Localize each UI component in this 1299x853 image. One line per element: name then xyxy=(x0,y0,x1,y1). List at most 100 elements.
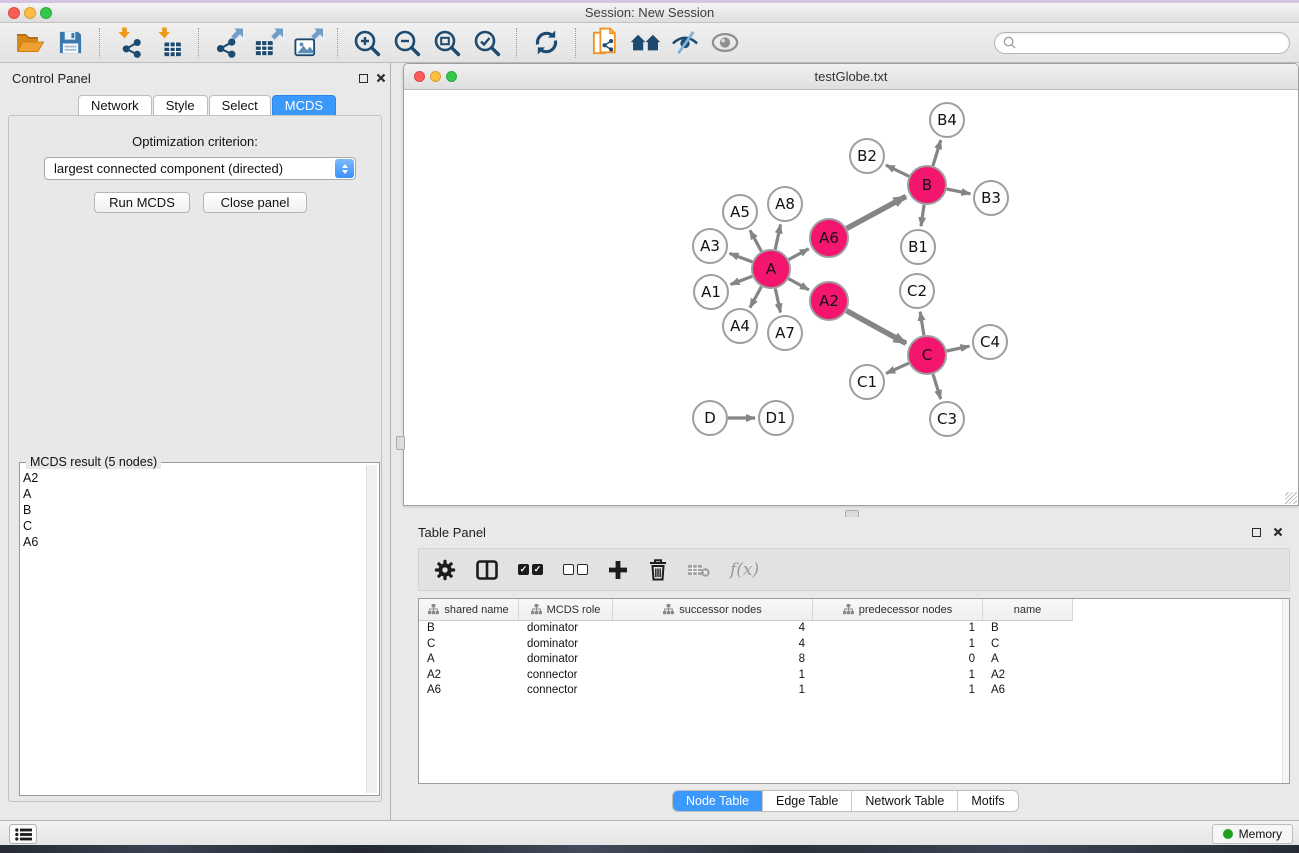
table-row[interactable]: A2connector11A2 xyxy=(419,668,1289,684)
memory-button[interactable]: Memory xyxy=(1212,824,1293,844)
task-history-button[interactable] xyxy=(9,824,37,844)
window-resize-grip[interactable] xyxy=(1285,492,1297,504)
table-cell[interactable]: 1 xyxy=(813,683,983,699)
mcds-result-item[interactable]: A2 xyxy=(23,470,363,486)
save-session-button[interactable] xyxy=(50,25,90,61)
table-cell[interactable]: dominator xyxy=(519,637,613,653)
network-close-traffic-light[interactable] xyxy=(414,71,425,82)
table-cell[interactable]: 1 xyxy=(613,683,813,699)
table-cell[interactable]: connector xyxy=(519,668,613,684)
network-canvas[interactable]: AA1A2A3A4A5A6A7A8BB1B2B3B4CC1C2C3C4DD1 xyxy=(404,90,1298,505)
column-visibility-button[interactable] xyxy=(476,560,498,580)
table-cell[interactable]: 4 xyxy=(613,621,813,637)
close-panel-button[interactable]: Close panel xyxy=(203,192,307,213)
import-network-button[interactable] xyxy=(109,25,149,61)
table-row[interactable]: A6connector11A6 xyxy=(419,683,1289,699)
graph-edge-A-A8[interactable] xyxy=(775,225,780,250)
zoom-out-button[interactable] xyxy=(387,25,427,61)
graph-edge-A-A3[interactable] xyxy=(730,253,753,262)
graph-edge-C-C3[interactable] xyxy=(933,374,941,399)
show-graphics-details-button[interactable] xyxy=(705,25,745,61)
add-column-button[interactable] xyxy=(608,560,628,580)
tab-select[interactable]: Select xyxy=(209,95,271,116)
table-cell[interactable]: 1 xyxy=(813,668,983,684)
graph-edge-A-A6[interactable] xyxy=(789,249,809,260)
table-panel-float-button[interactable] xyxy=(1249,525,1263,539)
table-cell[interactable]: dominator xyxy=(519,652,613,668)
graph-edge-A2-C[interactable] xyxy=(847,311,907,344)
graph-edge-A-A4[interactable] xyxy=(750,287,761,308)
table-cell[interactable]: A6 xyxy=(983,683,1073,699)
tab-edge-table[interactable]: Edge Table xyxy=(762,791,851,811)
mcds-result-item[interactable]: C xyxy=(23,518,363,534)
zoom-selected-button[interactable] xyxy=(467,25,507,61)
delete-column-button[interactable] xyxy=(648,558,668,581)
table-cell[interactable]: B xyxy=(983,621,1073,637)
export-network-button[interactable] xyxy=(208,25,248,61)
hide-graphics-details-button[interactable] xyxy=(665,25,705,61)
graph-edge-B-B3[interactable] xyxy=(947,189,971,194)
table-cell[interactable]: 1 xyxy=(813,637,983,653)
graph-edge-A-A5[interactable] xyxy=(750,230,761,251)
export-image-button[interactable] xyxy=(288,25,328,61)
column-header[interactable]: successor nodes xyxy=(613,599,813,621)
table-cell[interactable]: C xyxy=(419,637,519,653)
select-all-rows-button[interactable]: ✓ ✓ xyxy=(518,564,543,575)
vertical-splitter-handle[interactable] xyxy=(396,436,405,450)
table-cell[interactable]: 8 xyxy=(613,652,813,668)
table-cell[interactable]: 1 xyxy=(813,621,983,637)
graph-edge-B-B1[interactable] xyxy=(921,205,924,226)
mcds-result-scrollbar[interactable] xyxy=(366,465,377,793)
graph-edge-A-A1[interactable] xyxy=(731,276,753,284)
close-traffic-light[interactable] xyxy=(8,7,20,19)
graph-edge-C-C1[interactable] xyxy=(886,363,909,373)
open-file-button[interactable] xyxy=(10,25,50,61)
column-header[interactable]: predecessor nodes xyxy=(813,599,983,621)
table-row[interactable]: Bdominator41B xyxy=(419,621,1289,637)
tab-mcds[interactable]: MCDS xyxy=(272,95,336,116)
table-cell[interactable]: A xyxy=(983,652,1073,668)
table-cell[interactable]: connector xyxy=(519,683,613,699)
table-row[interactable]: Adominator80A xyxy=(419,652,1289,668)
minimize-traffic-light[interactable] xyxy=(24,7,36,19)
delete-table-button[interactable] xyxy=(688,563,710,577)
control-panel-close-button[interactable] xyxy=(374,71,388,85)
table-cell[interactable]: dominator xyxy=(519,621,613,637)
graph-edge-C-C2[interactable] xyxy=(920,312,924,336)
clone-network-button[interactable] xyxy=(585,25,625,61)
graph-edge-C-C4[interactable] xyxy=(947,346,970,351)
table-cell[interactable]: A6 xyxy=(419,683,519,699)
column-header[interactable]: MCDS role xyxy=(519,599,613,621)
network-zoom-traffic-light[interactable] xyxy=(446,71,457,82)
table-row[interactable]: Cdominator41C xyxy=(419,637,1289,653)
table-panel-close-button[interactable] xyxy=(1271,525,1285,539)
deselect-all-rows-button[interactable] xyxy=(563,564,588,575)
graph-edge-B-B2[interactable] xyxy=(886,165,909,176)
tab-network-table[interactable]: Network Table xyxy=(851,791,957,811)
tab-node-table[interactable]: Node Table xyxy=(673,791,762,811)
graph-edge-A-A7[interactable] xyxy=(775,289,780,313)
search-input[interactable] xyxy=(1021,36,1281,50)
run-mcds-button[interactable]: Run MCDS xyxy=(94,192,190,213)
graph-edge-A6-B[interactable] xyxy=(847,196,906,228)
tab-motifs[interactable]: Motifs xyxy=(957,791,1017,811)
control-panel-float-button[interactable] xyxy=(356,71,370,85)
graph-edge-A-A2[interactable] xyxy=(789,279,809,290)
zoom-in-button[interactable] xyxy=(347,25,387,61)
mcds-result-item[interactable]: A xyxy=(23,486,363,502)
table-cell[interactable]: 1 xyxy=(613,668,813,684)
column-header[interactable]: name xyxy=(983,599,1073,621)
table-cell[interactable]: A2 xyxy=(419,668,519,684)
table-cell[interactable]: A xyxy=(419,652,519,668)
table-cell[interactable]: C xyxy=(983,637,1073,653)
import-table-button[interactable] xyxy=(149,25,189,61)
home-layout-button[interactable] xyxy=(625,25,665,61)
graph-edge-B-B4[interactable] xyxy=(933,140,941,166)
table-cell[interactable]: 4 xyxy=(613,637,813,653)
apply-function-button[interactable]: f(x) xyxy=(730,560,759,580)
criterion-select[interactable]: largest connected component (directed) xyxy=(44,157,356,180)
mcds-result-item[interactable]: B xyxy=(23,502,363,518)
column-header[interactable]: shared name xyxy=(419,599,519,621)
table-cell[interactable]: 0 xyxy=(813,652,983,668)
table-scrollbar[interactable] xyxy=(1282,599,1289,783)
